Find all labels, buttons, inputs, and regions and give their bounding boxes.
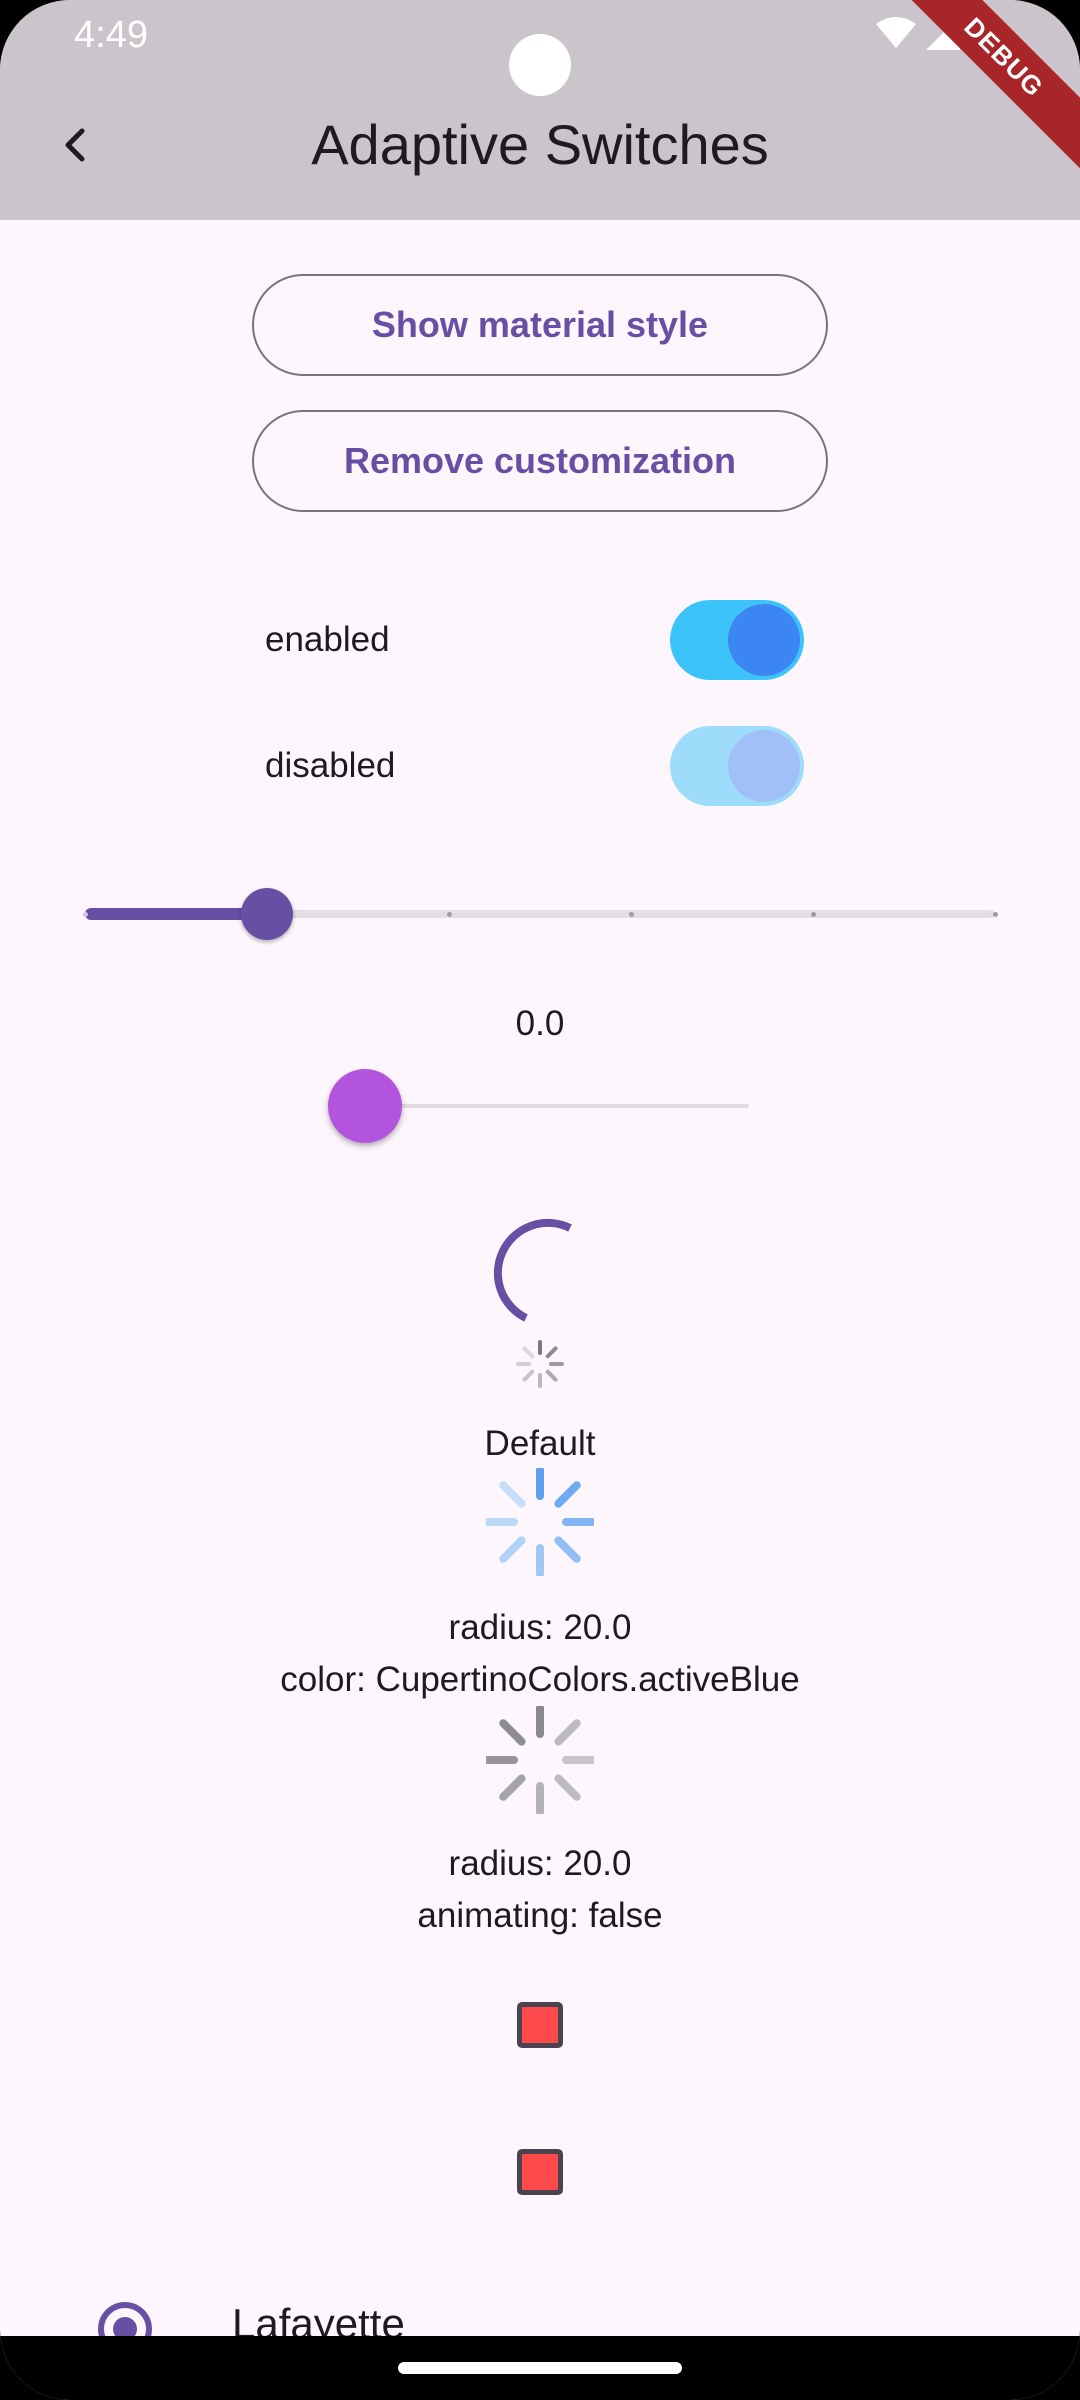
page-title: Adaptive Switches — [311, 113, 769, 176]
activity-indicator-blue — [486, 1468, 594, 1576]
activity-blue-radius-label: radius: 20.0 — [448, 1608, 632, 1647]
slider-tick — [629, 912, 634, 917]
checkbox-2[interactable] — [517, 2149, 563, 2195]
disabled-switch — [670, 726, 804, 806]
switch-thumb — [728, 730, 800, 802]
status-time: 4:49 — [74, 14, 148, 56]
remove-customization-button[interactable]: Remove customization — [252, 410, 828, 512]
slider-tick — [811, 912, 816, 917]
activity-indicator-gray — [486, 1706, 594, 1814]
switch-label-enabled: enabled — [265, 620, 390, 659]
activity-gray-animating-label: animating: false — [417, 1896, 663, 1935]
slider-tick — [447, 912, 452, 917]
activity-indicator-small — [516, 1340, 564, 1388]
switch-label-disabled: disabled — [265, 746, 396, 785]
enabled-switch[interactable] — [670, 600, 804, 680]
wifi-icon — [876, 17, 916, 48]
continuous-slider-track[interactable] — [365, 1104, 749, 1108]
activity-gray-radius-label: radius: 20.0 — [448, 1844, 632, 1883]
switch-thumb — [728, 604, 800, 676]
camera-cutout — [509, 34, 571, 96]
activity-blue-color-label: color: CupertinoColors.activeBlue — [280, 1660, 800, 1699]
slider-tick — [83, 912, 88, 917]
home-gesture-handle[interactable] — [398, 2362, 682, 2374]
activity-default-label: Default — [484, 1424, 596, 1463]
discrete-slider-active-track — [85, 908, 267, 920]
discrete-slider-thumb[interactable] — [241, 888, 293, 940]
app-screen: 4:49 Adaptive Switches DEBUG Show materi… — [0, 0, 1080, 2400]
app-bar: 4:49 Adaptive Switches DEBUG — [0, 0, 1080, 220]
circular-progress-indicator — [493, 1218, 572, 1322]
slider-value-label: 0.0 — [515, 1004, 565, 1043]
slider-tick — [993, 912, 998, 917]
continuous-slider-thumb[interactable] — [328, 1069, 402, 1143]
checkbox-1[interactable] — [517, 2002, 563, 2048]
show-material-style-button[interactable]: Show material style — [252, 274, 828, 376]
